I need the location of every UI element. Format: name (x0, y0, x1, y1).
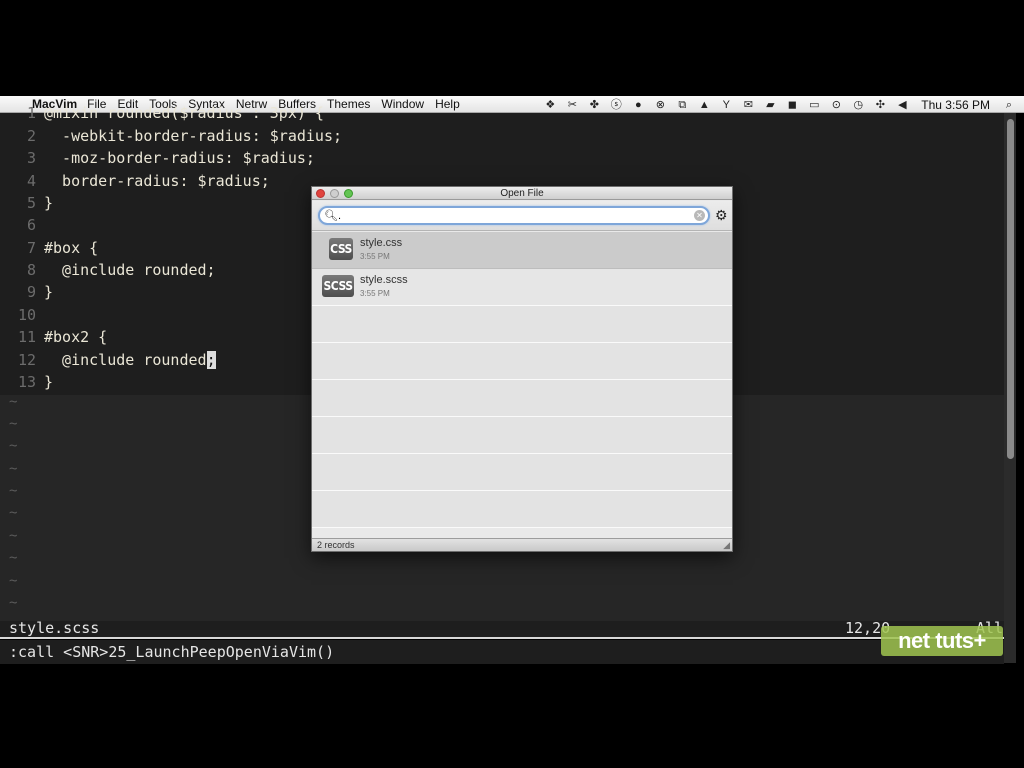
empty-row (312, 343, 732, 380)
code-text: #box2 { (44, 328, 108, 346)
panel-title: Open File (500, 188, 544, 199)
line-number: 10 (17, 306, 36, 324)
css-file-icon: CSS (329, 238, 353, 260)
file-name: style.css (360, 237, 403, 249)
spotlight-search-icon[interactable]: ⌕ (1002, 99, 1016, 111)
code-line: 3 -moz-border-radius: $radius; (0, 147, 1004, 169)
line-number: 4 (26, 172, 36, 190)
line-number: 1 (26, 104, 36, 122)
code-text: -moz-border-radius: $radius; (44, 149, 315, 167)
line-number: 7 (26, 239, 36, 257)
resize-grip-icon[interactable]: ◢ (723, 540, 730, 550)
line-number: 5 (26, 194, 36, 212)
line-number: 12 (17, 351, 36, 369)
empty-line-tilde: ~ (9, 550, 18, 566)
empty-row (312, 417, 732, 454)
empty-row (312, 454, 732, 491)
empty-line-tilde: ~ (9, 528, 18, 544)
vim-statusline: style.scss 12,20 All (0, 619, 1004, 639)
empty-line-tilde: ~ (9, 416, 18, 432)
open-file-panel: Open File 🔍︎ ✕ ⚙ CSS style.css 3:55 PM S… (311, 186, 733, 552)
code-line: 1 @mixin rounded($radius : 3px) { (0, 102, 1004, 124)
empty-line-tilde: ~ (9, 483, 18, 499)
code-text: } (44, 194, 54, 212)
gear-icon[interactable]: ⚙ (715, 207, 728, 223)
line-number: 9 (26, 283, 36, 301)
empty-row (312, 306, 732, 343)
panel-titlebar[interactable]: Open File (312, 187, 732, 200)
scrollbar-thumb[interactable] (1007, 119, 1014, 459)
code-text: #box { (44, 239, 99, 257)
search-field[interactable]: 🔍︎ ✕ (318, 206, 710, 225)
code-text: @include rounded; (44, 349, 216, 371)
empty-row (312, 491, 732, 528)
record-count: 2 records (317, 540, 355, 550)
line-number: 3 (26, 149, 36, 167)
empty-line-tilde: ~ (9, 394, 18, 410)
empty-line-tilde: ~ (9, 573, 18, 589)
code-text: } (44, 373, 54, 391)
results-list: CSS style.css 3:55 PM SCSS style.scss 3:… (312, 232, 732, 538)
line-number: 2 (26, 127, 36, 145)
empty-line-tilde: ~ (9, 505, 18, 521)
text-cursor: ; (206, 351, 216, 369)
line-number: 6 (26, 216, 36, 234)
nettuts-watermark-logo: net tuts+ (881, 626, 1003, 656)
clear-search-icon[interactable]: ✕ (694, 210, 705, 221)
list-item[interactable]: CSS style.css 3:55 PM (312, 232, 732, 269)
empty-line-tilde: ~ (9, 595, 18, 611)
list-item[interactable]: SCSS style.scss 3:55 PM (312, 269, 732, 306)
code-text-before-cursor: @include rounded (44, 351, 207, 369)
file-name: style.scss (360, 274, 408, 286)
vim-command-line[interactable]: :call <SNR>25_LaunchPeepOpenViaVim() (0, 640, 1004, 664)
code-line: 2 -webkit-border-radius: $radius; (0, 125, 1004, 147)
search-icon: 🔍︎ (324, 210, 338, 222)
empty-row (312, 380, 732, 417)
search-row: 🔍︎ ✕ ⚙ (312, 201, 732, 231)
file-modified-time: 3:55 PM (360, 289, 390, 298)
line-number: 13 (17, 373, 36, 391)
code-text: } (44, 283, 54, 301)
line-number: 11 (17, 328, 36, 346)
panel-footer: 2 records ◢ (312, 538, 732, 551)
code-text: @include rounded; (44, 261, 216, 279)
code-text: @mixin rounded($radius : 3px) { (44, 104, 324, 122)
code-text: -webkit-border-radius: $radius; (44, 127, 343, 145)
status-filename: style.scss (9, 619, 100, 637)
line-number: 8 (26, 261, 36, 279)
code-text: border-radius: $radius; (44, 172, 270, 190)
empty-line-tilde: ~ (9, 438, 18, 454)
file-modified-time: 3:55 PM (360, 252, 390, 261)
vertical-scrollbar[interactable] (1004, 113, 1016, 663)
scss-file-icon: SCSS (322, 275, 354, 297)
empty-line-tilde: ~ (9, 461, 18, 477)
search-input[interactable] (338, 209, 688, 223)
